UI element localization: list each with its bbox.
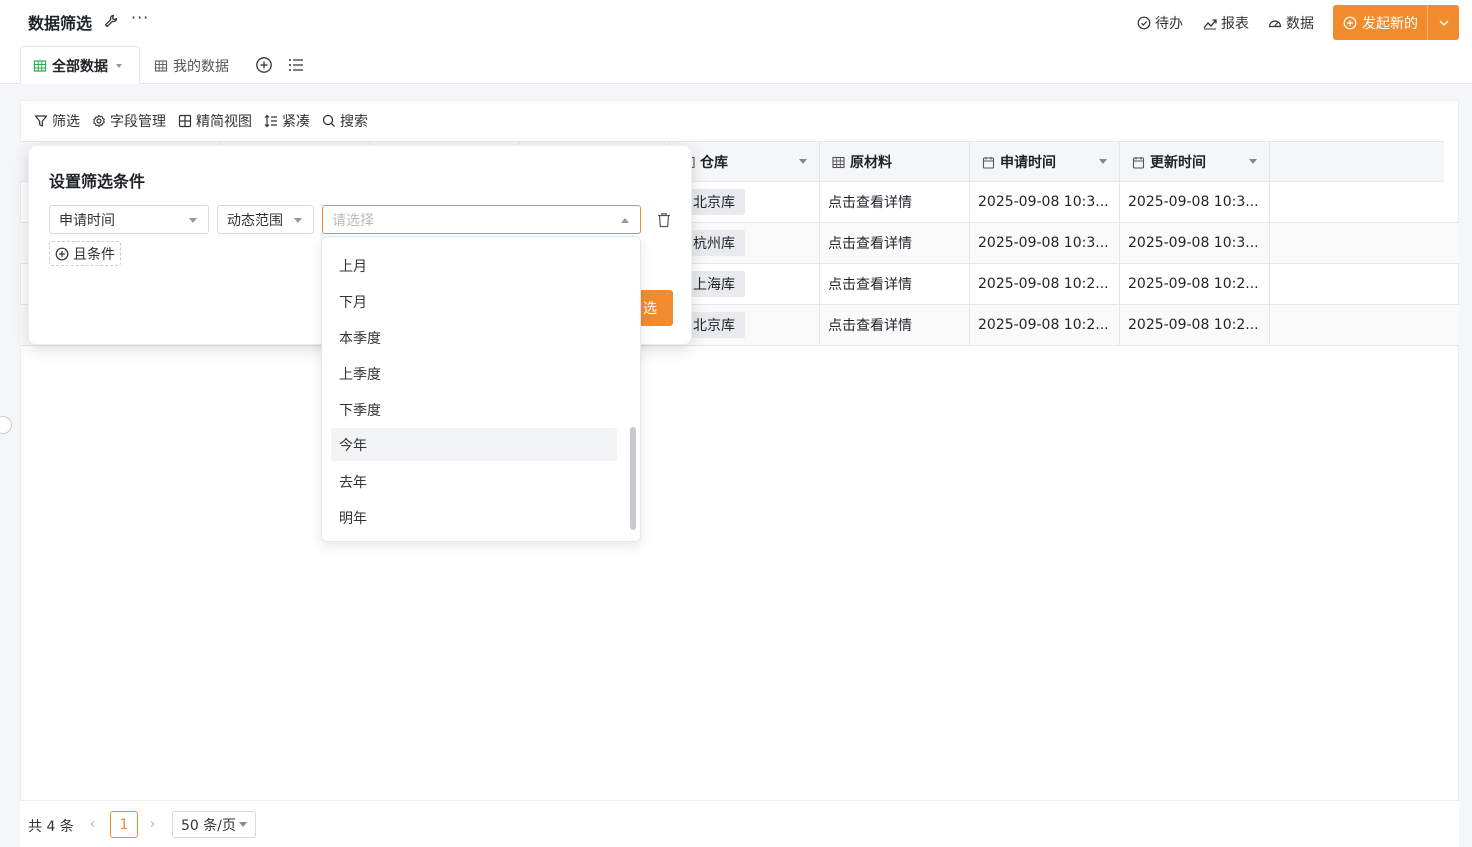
material-link[interactable]: 点击查看详情 [820,305,970,345]
page-size-select[interactable]: 50 条/页 [172,811,256,838]
warehouse-tag: 上海库 [683,271,745,297]
layout-grid-icon [178,114,192,128]
dropdown-scrollbar[interactable] [630,427,636,530]
search-icon [322,114,335,127]
field-management-button[interactable]: 字段管理 [92,111,166,131]
plus-circle-icon [55,247,69,260]
option-this-quarter[interactable]: 本季度 [331,321,617,354]
filter-button[interactable]: 筛选 [34,111,80,131]
table-grid-icon [154,59,168,72]
material-link[interactable]: 点击查看详情 [820,182,970,222]
add-and-condition-button[interactable]: 且条件 [49,241,121,266]
updated-time-cell: 2025-09-08 10:2... [1120,264,1270,304]
updated-time-cell: 2025-09-08 10:3... [1120,223,1270,263]
todo-link[interactable]: 待办 [1137,13,1183,33]
dashboard-icon [1268,20,1282,28]
trend-chart-icon [1203,19,1217,30]
wrench-icon[interactable] [103,13,119,29]
search-button[interactable]: 搜索 [322,111,368,131]
material-link[interactable]: 点击查看详情 [820,264,970,304]
report-link[interactable]: 报表 [1203,13,1249,33]
list-views-icon[interactable] [287,56,305,74]
column-header-applied-time[interactable]: 申请时间 [970,142,1120,182]
app-header: 数据筛选 ··· 待办 报表 数据 发起新的 [0,0,1472,44]
column-header-warehouse[interactable]: 仓库 [670,142,820,182]
column-header-updated-time[interactable]: 更新时间 [1120,142,1270,182]
column-header-material[interactable]: 原材料 [820,142,970,182]
updated-time-cell: 2025-09-08 10:2... [1120,305,1270,345]
check-circle-icon [1137,16,1151,30]
option-next-quarter[interactable]: 下季度 [331,393,617,426]
column-menu-caret-icon[interactable] [799,159,807,164]
applied-time-cell: 2025-09-08 10:3... [970,223,1120,263]
caret-down-icon [238,822,247,827]
updated-time-cell: 2025-09-08 10:3... [1120,182,1270,222]
option-this-year[interactable]: 今年 [331,428,617,461]
option-last-month[interactable]: 上月 [331,249,617,282]
applied-time-cell: 2025-09-08 10:2... [970,305,1120,345]
applied-time-cell: 2025-09-08 10:2... [970,264,1120,304]
filter-field-select[interactable]: 申请时间 [49,205,209,234]
chevron-down-icon [1439,20,1448,26]
plus-circle-icon [1343,16,1357,29]
create-new-dropdown-button[interactable] [1428,16,1459,30]
material-link[interactable]: 点击查看详情 [820,223,970,263]
caret-down-icon [294,218,302,223]
filter-popover-title: 设置筛选条件 [49,172,146,191]
filter-operator-select[interactable]: 动态范围 [217,205,314,234]
tab-my-data[interactable]: 我的数据 [142,46,241,85]
column-menu-caret-icon[interactable] [1099,159,1107,164]
calendar-icon [1132,156,1145,169]
caret-up-icon [621,218,629,223]
dynamic-range-dropdown: 上月 下月 本季度 上季度 下季度 今年 去年 明年 [321,236,641,542]
create-new-button[interactable]: 发起新的 [1333,5,1459,40]
calendar-icon [982,156,995,169]
warehouse-tag: 杭州库 [683,230,745,256]
option-last-year[interactable]: 去年 [331,465,617,498]
total-count: 共 4 条 [28,819,74,835]
row-height-icon [264,114,277,128]
filter-value-select[interactable]: 请选择 [322,205,641,234]
add-view-icon[interactable] [255,56,273,74]
page-title: 数据筛选 [28,14,93,33]
current-page-button[interactable]: 1 [110,811,138,838]
view-tabs: 全部数据 我的数据 [0,44,1472,85]
pagination: 共 4 条 ‹ 1 › 50 条/页 [20,800,1459,847]
compact-view-button[interactable]: 精简视图 [178,111,252,131]
prev-page-icon[interactable]: ‹ [90,817,95,832]
caret-down-icon [189,218,197,223]
next-page-icon[interactable]: › [150,817,155,832]
table-toolbar: 筛选 字段管理 精简视图 紧凑 搜索 [34,111,368,131]
caret-down-icon[interactable] [116,63,122,68]
applied-time-cell: 2025-09-08 10:3... [970,182,1120,222]
option-next-month[interactable]: 下月 [331,285,617,318]
option-last-quarter[interactable]: 上季度 [331,357,617,390]
warehouse-tag: 北京库 [683,312,745,338]
delete-condition-icon[interactable] [657,212,671,228]
filter-icon [34,115,48,127]
row-density-button[interactable]: 紧凑 [264,111,310,131]
option-next-year[interactable]: 明年 [331,501,617,534]
tab-all-data[interactable]: 全部数据 [20,46,140,85]
column-menu-caret-icon[interactable] [1249,159,1257,164]
data-link[interactable]: 数据 [1268,13,1314,33]
table-grid-icon [33,59,47,72]
more-icon[interactable]: ··· [131,8,149,27]
table-grid-icon [832,156,845,168]
gear-icon [93,114,105,128]
warehouse-tag: 北京库 [683,189,745,215]
